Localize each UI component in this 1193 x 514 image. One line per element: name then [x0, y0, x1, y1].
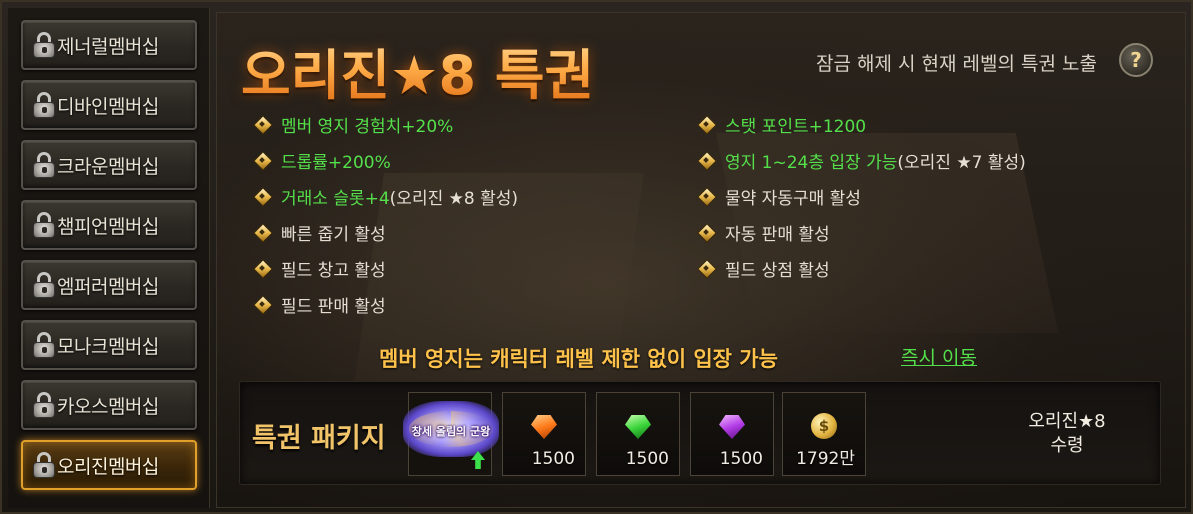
diamond-bullet-icon — [697, 115, 715, 133]
gold-coin-icon: $ — [811, 413, 837, 439]
receive-line-2: 수령 — [1050, 435, 1084, 456]
perk-text: 필드 판매 활성 — [281, 296, 386, 317]
perk-item: 드롭률+200% — [253, 148, 391, 173]
diamond-bullet-icon — [253, 295, 271, 313]
perk-text: 멤버 영지 경험치+20% — [281, 116, 454, 137]
sidebar-item-label: 카오스멤버십 — [57, 395, 159, 418]
page-title: 오리진★8 특권 — [241, 31, 594, 110]
sidebar-item-monarch[interactable]: 모나크멤버십 — [21, 320, 197, 370]
sidebar-item-divine[interactable]: 디바인멤버십 — [21, 80, 197, 130]
membership-sidebar: 제너럴멤버십 디바인멤버십 크라운멤버십 챔피언멤버십 엠퍼러멤버십 모나크멤버… — [8, 8, 210, 508]
perk-text: 필드 창고 활성 — [281, 260, 386, 281]
diamond-bullet-icon — [253, 223, 271, 241]
reward-qty: 1500 — [719, 449, 763, 469]
membership-window: 제너럴멤버십 디바인멤버십 크라운멤버십 챔피언멤버십 엠퍼러멤버십 모나크멤버… — [0, 0, 1193, 514]
lock-icon — [33, 92, 55, 118]
badge-text: 창세 올림의 군왕 — [411, 425, 491, 438]
perk-item: 필드 창고 활성 — [253, 256, 386, 281]
reward-slot-orange[interactable]: 1500 — [502, 392, 586, 476]
sidebar-item-chaos[interactable]: 카오스멤버십 — [21, 380, 197, 430]
diamond-bullet-icon — [697, 223, 715, 241]
receive-line-1: 오리진★8 — [1028, 411, 1106, 432]
diamond-bullet-icon — [697, 259, 715, 277]
perk-item: 영지 1~24층 입장 가능 (오리진 ★7 활성) — [697, 148, 1026, 173]
perk-item: 필드 상점 활성 — [697, 256, 830, 281]
member-territory-note: 멤버 영지는 캐릭터 레벨 제한 없이 입장 가능 — [379, 347, 778, 371]
reward-slot-gold[interactable]: $ 1792만 — [782, 392, 866, 476]
sidebar-item-label: 디바인멤버십 — [57, 95, 159, 118]
sidebar-item-origin[interactable]: 오리진멤버십 — [21, 440, 197, 490]
sidebar-item-label: 제너럴멤버십 — [57, 35, 159, 58]
perk-text: 빠른 줍기 활성 — [281, 224, 386, 245]
diamond-bullet-icon — [253, 187, 271, 205]
perk-item: 자동 판매 활성 — [697, 220, 830, 245]
sidebar-item-label: 오리진멤버십 — [57, 455, 159, 478]
lock-icon — [33, 332, 55, 358]
perk-text: 영지 1~24층 입장 가능 — [725, 152, 898, 173]
background-art — [350, 173, 644, 413]
receive-button[interactable]: 오리진★8 수령 — [992, 410, 1142, 458]
perk-text: 물약 자동구매 활성 — [725, 188, 861, 209]
sidebar-item-label: 크라운멤버십 — [57, 155, 159, 178]
diamond-bullet-icon — [253, 259, 271, 277]
lock-icon — [33, 272, 55, 298]
perk-item: 거래소 슬롯+4 (오리진 ★8 활성) — [253, 184, 519, 209]
diamond-bullet-icon — [697, 187, 715, 205]
reward-slot-green[interactable]: 1500 — [596, 392, 680, 476]
perk-item: 스탯 포인트+1200 — [697, 112, 867, 137]
lock-icon — [33, 152, 55, 178]
reward-slot-purple[interactable]: 1500 — [690, 392, 774, 476]
perk-text: 드롭률+200% — [281, 152, 391, 173]
green-gem-icon — [625, 415, 651, 439]
perk-suffix: (오리진 ★7 활성) — [897, 152, 1026, 173]
title-badge-slot[interactable]: 창세 올림의 군왕 — [403, 392, 499, 476]
sidebar-item-champion[interactable]: 챔피언멤버십 — [21, 200, 197, 250]
perk-suffix: (오리진 ★8 활성) — [389, 188, 519, 209]
sidebar-item-general[interactable]: 제너럴멤버십 — [21, 20, 197, 70]
diamond-bullet-icon — [253, 115, 271, 133]
unlock-note: 잠금 해제 시 현재 레벨의 특권 노출 — [816, 53, 1097, 75]
perk-item: 필드 판매 활성 — [253, 292, 386, 317]
move-now-link[interactable]: 즉시 이동 — [901, 343, 977, 370]
sidebar-item-label: 챔피언멤버십 — [57, 215, 159, 238]
lock-icon — [33, 32, 55, 58]
perk-item: 멤버 영지 경험치+20% — [253, 112, 454, 137]
reward-qty: 1792만 — [796, 449, 855, 469]
help-button[interactable]: ? — [1119, 43, 1153, 77]
privilege-package-bar: 특권 패키지 창세 올림의 군왕 1500 1500 1500 $ 1792만 — [239, 381, 1161, 485]
sidebar-item-label: 엠퍼러멤버십 — [57, 275, 159, 298]
lock-icon — [33, 392, 55, 418]
orange-gem-icon — [531, 415, 557, 439]
perk-text: 스탯 포인트+1200 — [725, 116, 867, 137]
privilege-panel: 오리진★8 특권 잠금 해제 시 현재 레벨의 특권 노출 ? 멤버 영지 경험… — [216, 12, 1186, 508]
perk-text: 필드 상점 활성 — [725, 260, 830, 281]
lock-icon — [33, 212, 55, 238]
package-label: 특권 패키지 — [252, 423, 386, 454]
perk-item: 빠른 줍기 활성 — [253, 220, 386, 245]
question-icon: ? — [1130, 48, 1142, 72]
sidebar-item-label: 모나크멤버십 — [57, 335, 159, 358]
reward-qty: 1500 — [625, 449, 669, 469]
reward-qty: 1500 — [531, 449, 575, 469]
perk-text: 자동 판매 활성 — [725, 224, 830, 245]
diamond-bullet-icon — [253, 151, 271, 169]
sidebar-item-crown[interactable]: 크라운멤버십 — [21, 140, 197, 190]
purple-gem-icon — [719, 415, 745, 439]
perk-item: 물약 자동구매 활성 — [697, 184, 861, 209]
sidebar-item-emperor[interactable]: 엠퍼러멤버십 — [21, 260, 197, 310]
perk-text: 거래소 슬롯+4 — [281, 188, 390, 209]
lock-icon — [33, 452, 55, 478]
diamond-bullet-icon — [697, 151, 715, 169]
